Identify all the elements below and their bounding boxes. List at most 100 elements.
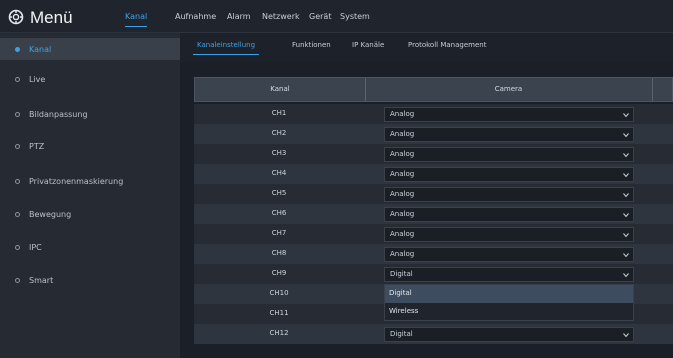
select-value: Analog	[390, 130, 415, 138]
tab-alarm[interactable]: Alarm	[227, 12, 251, 21]
select-value: Digital	[390, 270, 413, 278]
dropdown-option-wireless[interactable]: Wireless	[385, 303, 633, 321]
table-row: CH9 Digital	[194, 264, 673, 284]
channel-cell: CH8	[271, 249, 287, 257]
sidebar-item-label: IPC	[29, 242, 42, 252]
chevron-down-icon	[623, 133, 629, 138]
camera-type-select[interactable]: Analog	[384, 227, 634, 242]
bullet-icon	[15, 76, 20, 82]
table-row: CH8 Analog	[194, 244, 673, 264]
column-divider	[652, 78, 653, 101]
subtab-funktionen[interactable]: Funktionen	[292, 41, 331, 49]
tab-aufnahme[interactable]: Aufnahme	[175, 12, 216, 21]
sidebar: Kanal Live Bildanpassung PTZ Privatzonen…	[0, 33, 180, 358]
sidebar-item-label: Bildanpassung	[29, 109, 88, 119]
camera-type-select[interactable]: Analog	[384, 107, 634, 122]
table-row: CH1 Analog	[194, 104, 673, 124]
bullet-icon	[15, 111, 20, 117]
sidebar-item-label: Live	[29, 74, 46, 84]
select-value: Analog	[390, 230, 415, 238]
tab-netzwerk[interactable]: Netzwerk	[262, 12, 300, 21]
sidebar-item-bildanpassung[interactable]: Bildanpassung	[0, 103, 180, 125]
bullet-icon	[15, 46, 20, 52]
chevron-down-icon	[623, 273, 629, 278]
chevron-down-icon	[623, 153, 629, 158]
channel-cell: CH12	[269, 329, 289, 337]
table-row: CH2 Analog	[194, 124, 673, 144]
select-value: Analog	[390, 210, 415, 218]
tab-system[interactable]: System	[340, 12, 370, 21]
bullet-icon	[15, 244, 20, 250]
camera-type-select[interactable]: Digital	[384, 267, 634, 282]
table-row: CH7 Analog	[194, 224, 673, 244]
dropdown-option-digital[interactable]: Digital	[385, 285, 633, 303]
channel-cell: CH2	[271, 129, 287, 137]
channel-cell: CH5	[271, 189, 287, 197]
channel-cell: CH6	[271, 209, 287, 217]
bullet-icon	[15, 211, 20, 217]
select-value: Analog	[390, 190, 415, 198]
chevron-down-icon	[623, 253, 629, 258]
subtab-bar: Kanaleinstellung Funktionen IP Kanäle Pr…	[180, 33, 673, 62]
channel-cell: CH1	[271, 109, 287, 117]
sidebar-item-label: Smart	[29, 275, 54, 285]
camera-type-select[interactable]: Analog	[384, 247, 634, 262]
table-row: CH6 Analog	[194, 204, 673, 224]
bullet-icon	[15, 178, 20, 184]
channel-cell: CH10	[269, 289, 289, 297]
column-header-camera: Camera	[494, 85, 523, 93]
select-value: Analog	[390, 170, 415, 178]
table-row: CH4 Analog	[194, 164, 673, 184]
tab-kanal[interactable]: Kanal	[125, 12, 148, 27]
subtab-ip-kanaele[interactable]: IP Kanäle	[352, 41, 384, 49]
page-title: Menü	[30, 8, 73, 27]
chevron-down-icon	[623, 193, 629, 198]
table-row: CH12 Digital	[194, 324, 673, 344]
camera-type-select[interactable]: Analog	[384, 167, 634, 182]
subtab-protokoll-management[interactable]: Protokoll Management	[408, 41, 486, 49]
camera-type-select[interactable]: Analog	[384, 127, 634, 142]
sidebar-item-label: Bewegung	[29, 209, 72, 219]
sidebar-item-smart[interactable]: Smart	[0, 269, 180, 291]
chevron-down-icon	[623, 173, 629, 178]
table-header: Kanal Camera	[194, 77, 673, 102]
sidebar-item-kanal[interactable]: Kanal	[0, 38, 180, 60]
chevron-down-icon	[623, 213, 629, 218]
camera-type-dropdown: Digital Wireless	[384, 284, 634, 321]
bullet-icon	[15, 143, 20, 149]
table-row: CH5 Analog	[194, 184, 673, 204]
sidebar-item-ipc[interactable]: IPC	[0, 236, 180, 258]
sidebar-item-label: PTZ	[29, 141, 45, 151]
chevron-down-icon	[623, 333, 629, 338]
camera-type-select[interactable]: Analog	[384, 187, 634, 202]
camera-type-select[interactable]: Digital	[384, 327, 634, 342]
tab-geraet[interactable]: Gerät	[309, 12, 331, 21]
chevron-down-icon	[623, 113, 629, 118]
select-value: Analog	[390, 110, 415, 118]
gear-icon	[8, 9, 24, 25]
sidebar-item-ptz[interactable]: PTZ	[0, 135, 180, 157]
camera-type-select[interactable]: Analog	[384, 147, 634, 162]
column-header-kanal: Kanal	[270, 85, 290, 93]
channel-cell: CH7	[271, 229, 287, 237]
channel-cell: CH11	[269, 309, 289, 317]
select-value: Analog	[390, 250, 415, 258]
camera-type-select[interactable]: Analog	[384, 207, 634, 222]
channel-cell: CH4	[271, 169, 287, 177]
channel-cell: CH9	[271, 269, 287, 277]
option-label: Wireless	[389, 307, 419, 315]
sidebar-item-bewegung[interactable]: Bewegung	[0, 203, 180, 225]
bullet-icon	[15, 277, 20, 283]
sidebar-item-live[interactable]: Live	[0, 68, 180, 90]
select-value: Digital	[390, 330, 413, 338]
sidebar-item-label: Kanal	[29, 44, 52, 54]
select-value: Analog	[390, 150, 415, 158]
sidebar-item-label: Privatzonenmaskierung	[29, 176, 124, 186]
option-label: Digital	[389, 289, 412, 297]
chevron-down-icon	[623, 233, 629, 238]
top-bar: Menü Kanal Aufnahme Alarm Netzwerk Gerät…	[0, 0, 673, 33]
sidebar-item-privatzonen[interactable]: Privatzonenmaskierung	[0, 170, 180, 192]
subtab-kanaleinstellung[interactable]: Kanaleinstellung	[192, 41, 260, 55]
channel-cell: CH3	[271, 149, 287, 157]
table-row: CH3 Analog	[194, 144, 673, 164]
